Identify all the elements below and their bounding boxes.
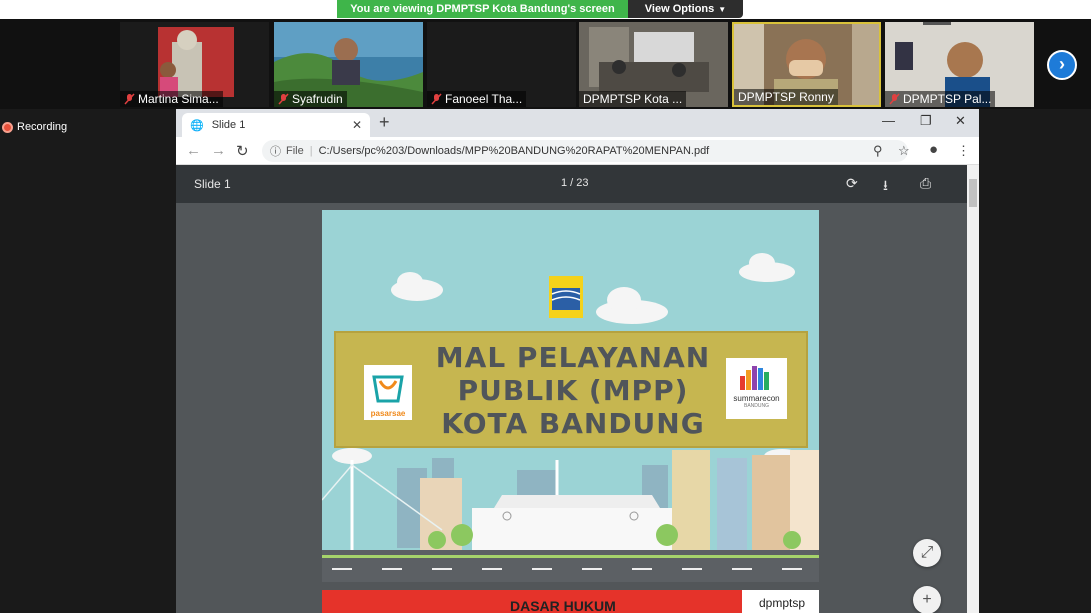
participant-name: DPMPTSP Kota ... (583, 92, 683, 106)
browser-window: 🌐 Slide 1 ✕ + — ❐ ✕ ← → ↻ ⓘ File | C:/Us… (176, 109, 979, 613)
pasarsae-logo-text: pasarsae (370, 409, 406, 418)
download-icon[interactable]: ⭳ (883, 175, 888, 199)
print-icon[interactable]: ⎙ (920, 175, 931, 192)
zoom-in-button[interactable]: + (913, 586, 941, 613)
slide-page-1: MAL PELAYANAN PUBLIK (MPP) KOTA BANDUNG … (322, 210, 819, 582)
pasarsae-logo: pasarsae (364, 365, 412, 420)
url-separator: | (309, 145, 313, 157)
screen-share-banner: You are viewing DPMPTSP Kota Bandung's s… (337, 0, 743, 18)
mic-muted-icon (278, 93, 289, 105)
fit-page-icon: ⤢ (920, 544, 934, 561)
bookmark-star-icon[interactable]: ☆ (898, 143, 910, 159)
url-input[interactable]: ⓘ File | C:/Users/pc%203/Downloads/MPP%2… (262, 140, 908, 162)
participant-label: Syafrudin (274, 91, 347, 107)
slide-2-heading: DASAR HUKUM (510, 598, 616, 613)
menu-kebab-icon[interactable]: ⋮ (957, 143, 970, 159)
slide-title-banner: MAL PELAYANAN PUBLIK (MPP) KOTA BANDUNG … (334, 331, 808, 448)
participant-tile[interactable]: DPMPTSP Kota ... (579, 22, 728, 107)
url-scheme: File (286, 145, 304, 157)
participant-tile[interactable]: Syafrudin (274, 22, 423, 107)
participant-name: Martina Sima... (138, 92, 219, 106)
recording-label: Recording (17, 121, 68, 133)
participant-label: Fanoeel Tha... (427, 91, 527, 107)
tab-close-icon[interactable]: ✕ (352, 118, 362, 132)
summarecon-logo-mark (740, 366, 769, 390)
scrollbar-thumb[interactable] (969, 179, 977, 207)
plus-icon: + (922, 591, 932, 608)
recording-dot-icon (2, 121, 13, 133)
recording-indicator[interactable]: Recording (2, 121, 67, 133)
participant-tile[interactable]: DPMPTSP Pal... (885, 22, 1034, 107)
summarecon-logo-text: summarecon (733, 394, 780, 403)
zoom-magnifier-icon[interactable]: ⚲ (873, 143, 883, 159)
participant-label: DPMPTSP Pal... (885, 91, 996, 107)
view-options-button[interactable]: View Options ▼ (628, 0, 743, 18)
pdf-toolbar: Slide 1 1 / 23 ⟳ ⭳ ⎙ (176, 165, 979, 203)
participant-label: DPMPTSP Kota ... (579, 91, 687, 107)
summarecon-logo-subtext: BANDUNG (743, 403, 769, 409)
url-text: C:/Users/pc%203/Downloads/MPP%20BANDUNG%… (318, 145, 710, 157)
fit-to-page-button[interactable]: ⤢ (913, 539, 941, 567)
forward-arrow-icon[interactable]: → (211, 142, 226, 159)
rotate-icon[interactable]: ⟳ (846, 175, 858, 192)
chevron-right-icon: › (1059, 54, 1065, 74)
participant-name: Fanoeel Tha... (445, 92, 523, 106)
tab-bar: 🌐 Slide 1 ✕ + — ❐ ✕ (176, 109, 979, 137)
profile-avatar-icon[interactable]: ● (929, 141, 938, 158)
back-arrow-icon[interactable]: ← (186, 142, 201, 159)
next-participants-button[interactable]: › (1047, 50, 1077, 80)
participant-strip: Martina Sima... Syafrudin Fanoeel Tha... (0, 19, 1091, 109)
mic-muted-icon (124, 93, 135, 105)
pdf-scrollbar[interactable] (967, 165, 979, 613)
sharing-status-text: You are viewing DPMPTSP Kota Bandung's s… (337, 0, 628, 18)
participant-label: DPMPTSP Ronny (734, 89, 838, 105)
address-bar-row: ← → ↻ ⓘ File | C:/Users/pc%203/Downloads… (176, 137, 979, 165)
pdf-document-title: Slide 1 (194, 177, 231, 191)
close-window-icon[interactable]: ✕ (955, 113, 966, 129)
participant-name: Syafrudin (292, 92, 343, 106)
zoom-window: You are viewing DPMPTSP Kota Bandung's s… (0, 0, 1091, 613)
minimize-icon[interactable]: — (882, 113, 895, 128)
mic-muted-icon (889, 93, 900, 105)
participant-tile-active-speaker[interactable]: DPMPTSP Ronny (732, 22, 881, 107)
slide-page-2: DASAR HUKUM dpmptsp (322, 590, 819, 613)
mic-muted-icon (431, 93, 442, 105)
participant-tile[interactable]: Martina Sima... (120, 22, 269, 107)
pasarsae-logo-mark (372, 375, 404, 403)
pdf-page-indicator[interactable]: 1 / 23 (561, 177, 589, 189)
new-tab-button[interactable]: + (379, 112, 390, 133)
maximize-icon[interactable]: ❐ (920, 113, 932, 129)
summarecon-logo: summarecon BANDUNG (726, 358, 787, 419)
info-icon: ⓘ (270, 146, 281, 158)
participant-name: DPMPTSP Ronny (738, 90, 834, 104)
participant-label: Martina Sima... (120, 91, 223, 107)
view-options-label: View Options (644, 3, 715, 15)
pdf-viewport[interactable]: MAL PELAYANAN PUBLIK (MPP) KOTA BANDUNG … (176, 203, 979, 613)
participant-name: DPMPTSP Pal... (903, 92, 992, 106)
participant-tile[interactable]: Fanoeel Tha... (427, 22, 576, 107)
tab-title: Slide 1 (211, 119, 246, 131)
browser-tab[interactable]: 🌐 Slide 1 ✕ (182, 113, 370, 137)
dpmptsp-brand: dpmptsp (759, 596, 806, 610)
globe-icon: 🌐 (190, 119, 204, 132)
reload-icon[interactable]: ↻ (236, 142, 249, 160)
chevron-down-icon: ▼ (718, 5, 727, 14)
